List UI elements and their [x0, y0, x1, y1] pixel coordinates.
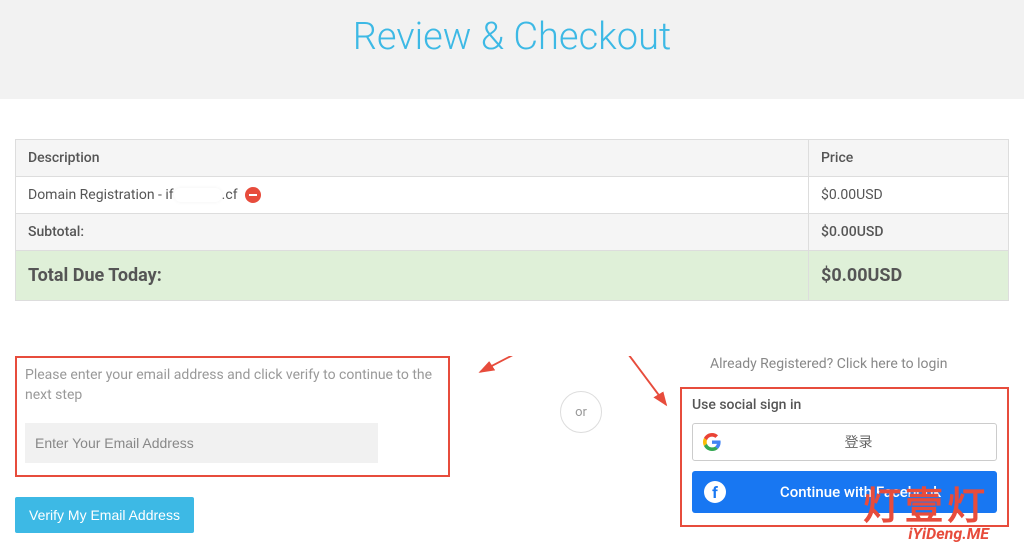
social-signin-box: Use social sign in 登录 f Continue with Fa… — [680, 387, 1009, 527]
google-signin-button[interactable]: 登录 — [692, 423, 997, 461]
table-row: Domain Registration - if .cf $0.00USD — [16, 177, 1009, 214]
facebook-button-label: Continue with Facebook — [736, 483, 985, 501]
column-price: Price — [809, 140, 1009, 177]
verify-email-button[interactable]: Verify My Email Address — [15, 497, 194, 533]
total-row: Total Due Today: $0.00USD — [16, 251, 1009, 301]
item-label-prefix: Domain Registration - if — [28, 187, 174, 203]
subtotal-label: Subtotal: — [16, 214, 809, 251]
redacted-domain — [174, 188, 222, 202]
column-description: Description — [16, 140, 809, 177]
email-verify-box: Please enter your email address and clic… — [15, 356, 450, 477]
subtotal-row: Subtotal: $0.00USD — [16, 214, 1009, 251]
already-registered-link[interactable]: Already Registered? Click here to login — [710, 356, 1009, 372]
facebook-icon: f — [704, 481, 726, 503]
google-button-label: 登录 — [731, 432, 986, 452]
facebook-signin-button[interactable]: f Continue with Facebook — [692, 471, 997, 513]
remove-item-icon[interactable] — [245, 187, 261, 203]
order-summary-table: Description Price Domain Registration - … — [15, 139, 1009, 301]
page-title: Review & Checkout — [0, 15, 1024, 59]
email-instructions: Please enter your email address and clic… — [25, 366, 440, 405]
email-input[interactable] — [25, 423, 378, 463]
item-price: $0.00USD — [809, 177, 1009, 214]
total-value: $0.00USD — [809, 251, 1009, 301]
subtotal-value: $0.00USD — [809, 214, 1009, 251]
total-label: Total Due Today: — [16, 251, 809, 301]
google-icon — [703, 433, 721, 451]
or-divider: or — [560, 391, 602, 433]
item-label-suffix: .cf — [222, 187, 238, 203]
social-signin-title: Use social sign in — [692, 397, 997, 413]
